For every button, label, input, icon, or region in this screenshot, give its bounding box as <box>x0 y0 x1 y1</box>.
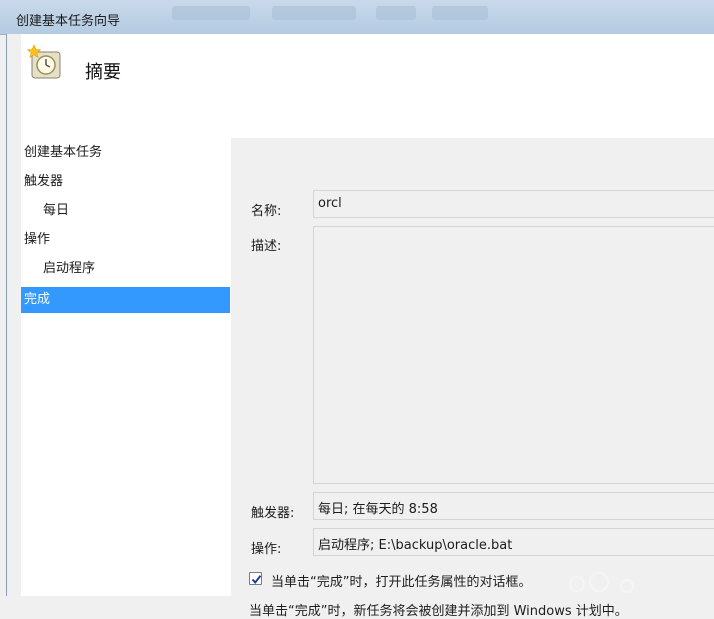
watermark-logo-icon <box>569 572 634 593</box>
wizard-window: 摘要 创建基本任务 触发器 每日 操作 启动程序 完成 名称: orcl 描述:… <box>6 34 714 619</box>
window-title: 创建基本任务向导 <box>16 14 121 29</box>
step-create-basic-task[interactable]: 创建基本任务 <box>21 140 230 166</box>
background-tab <box>376 6 416 20</box>
action-label: 操作: <box>251 542 282 557</box>
summary-panel: 名称: orcl 描述: 触发器: 每日; 在每天的 8:58 操作: 启动程序… <box>231 138 714 619</box>
clock-wizard-icon <box>27 44 61 79</box>
action-field: 启动程序; E:\backup\oracle.bat <box>313 528 714 556</box>
page-heading: 摘要 <box>85 62 121 83</box>
trigger-label: 触发器: <box>251 506 295 521</box>
description-field <box>313 226 714 484</box>
step-trigger[interactable]: 触发器 <box>21 169 230 195</box>
wizard-step-list: 创建基本任务 触发器 每日 操作 启动程序 完成 <box>21 138 231 596</box>
step-action[interactable]: 操作 <box>21 227 230 253</box>
background-tab <box>432 6 488 20</box>
background-tab <box>172 6 250 20</box>
step-daily[interactable]: 每日 <box>21 198 230 224</box>
wizard-header: 摘要 <box>21 34 714 138</box>
step-finish[interactable]: 完成 <box>21 287 230 313</box>
checkmark-icon <box>251 575 262 585</box>
open-properties-checkbox[interactable] <box>249 572 262 585</box>
background-tab <box>272 6 356 20</box>
name-label: 名称: <box>251 204 282 219</box>
title-bar: 创建基本任务向导 <box>0 0 714 35</box>
step-start-program[interactable]: 启动程序 <box>21 256 230 282</box>
open-properties-label[interactable]: 当单击“完成”时，打开此任务属性的对话框。 <box>271 571 531 590</box>
name-field: orcl <box>313 190 714 218</box>
trigger-field: 每日; 在每天的 8:58 <box>313 492 714 520</box>
description-label: 描述: <box>251 239 282 254</box>
